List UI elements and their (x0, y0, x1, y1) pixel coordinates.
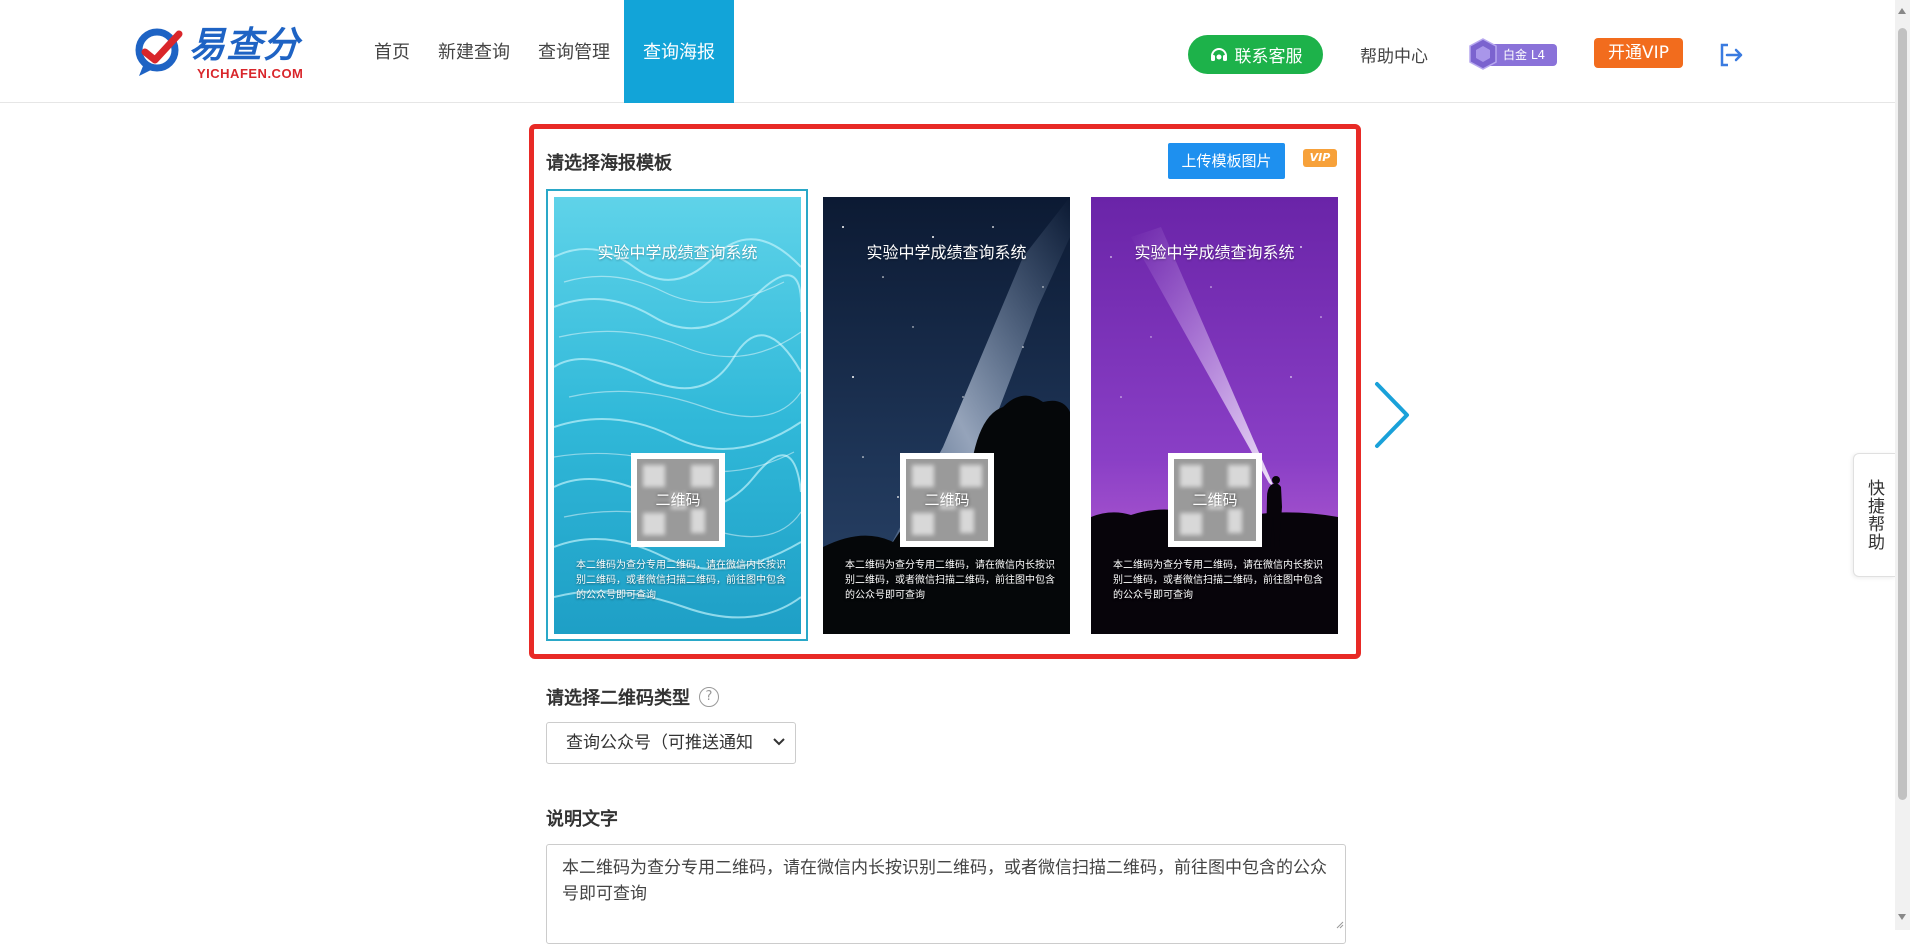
help-center-link[interactable]: 帮助中心 (1360, 42, 1428, 67)
description-title: 说明文字 (546, 809, 618, 830)
qr-label: 二维码 (1192, 491, 1238, 509)
card-description: 本二维码为查分专用二维码，请在微信内长按识别二维码，或者微信扫描二维码，前往图中… (845, 560, 1055, 601)
logo-text: 易查分 (189, 25, 301, 66)
scroll-up-arrow-icon[interactable] (1898, 8, 1906, 14)
vip-tag: VIP (1303, 149, 1337, 167)
nav-query-poster[interactable]: 查询海报 (624, 0, 734, 103)
upload-template-button[interactable]: 上传模板图片 (1168, 143, 1285, 179)
card-description: 本二维码为查分专用二维码，请在微信内长按识别二维码，或者微信扫描二维码，前往图中… (1113, 560, 1323, 601)
qr-type-title: 请选择二维码类型 (546, 688, 690, 709)
nav-query-manage[interactable]: 查询管理 (524, 0, 624, 103)
qr-label: 二维码 (655, 491, 701, 509)
vertical-scrollbar[interactable] (1895, 0, 1910, 930)
qr-code-placeholder: 二维码 (900, 453, 994, 547)
card-title: 实验中学成绩查询系统 (597, 243, 758, 262)
template-card-purple[interactable]: 实验中学成绩查询系统 二维码 本二维码为查分专用二维码，请在微信内长按识别二维码… (1091, 197, 1338, 634)
scroll-down-arrow-icon[interactable] (1898, 914, 1906, 920)
scroll-thumb[interactable] (1898, 28, 1907, 800)
qr-code-placeholder: 二维码 (631, 453, 725, 547)
qr-type-selected-value: 查询公众号（可推送通知 (566, 733, 753, 753)
card-title: 实验中学成绩查询系统 (866, 243, 1027, 262)
qr-code-placeholder: 二维码 (1168, 453, 1262, 547)
contact-service-button[interactable]: 联系客服 (1188, 35, 1323, 74)
quick-help-tab[interactable]: 快捷帮助 (1853, 453, 1895, 577)
headset-icon (1210, 47, 1227, 61)
resize-grip-icon[interactable] (1336, 921, 1344, 929)
logo-subtitle: YICHAFEN.COM (197, 66, 304, 81)
member-level-badge[interactable]: 白金 L4 (1469, 38, 1559, 70)
template-section-title: 请选择海报模板 (546, 153, 672, 174)
nav-new-query[interactable]: 新建查询 (424, 0, 524, 103)
open-vip-button[interactable]: 开通VIP (1594, 38, 1683, 68)
chevron-down-icon (771, 733, 787, 749)
card-title: 实验中学成绩查询系统 (1134, 243, 1295, 262)
template-card-milkyway[interactable]: 实验中学成绩查询系统 二维码 本二维码为查分专用二维码，请在微信内长按识别二维码… (823, 197, 1070, 634)
next-template-arrow-icon[interactable] (1372, 380, 1412, 450)
template-card-water[interactable]: 实验中学成绩查询系统 二维码 本二维码为查分专用二维码，请在微信内长按识别二维码… (554, 197, 801, 634)
contact-service-label: 联系客服 (1234, 47, 1303, 67)
qr-label: 二维码 (924, 491, 970, 509)
top-header: 易查分 YICHAFEN.COM 首页 新建查询 查询管理 查询海报 联系客服 … (0, 0, 1895, 103)
main-nav: 首页 新建查询 查询管理 查询海报 (360, 0, 734, 103)
logout-icon[interactable] (1716, 40, 1746, 70)
question-mark-icon[interactable]: ? (699, 687, 719, 707)
card-description: 本二维码为查分专用二维码，请在微信内长按识别二维码，或者微信扫描二维码，前往图中… (576, 560, 786, 601)
nav-home[interactable]: 首页 (360, 0, 424, 103)
diamond-hex-icon (1469, 38, 1497, 70)
logo-check-icon (135, 28, 183, 76)
logo[interactable]: 易查分 YICHAFEN.COM (135, 22, 315, 84)
description-textarea[interactable]: 本二维码为查分专用二维码，请在微信内长按识别二维码，或者微信扫描二维码，前往图中… (546, 844, 1346, 944)
qr-type-select[interactable]: 查询公众号（可推送通知 (546, 722, 796, 764)
